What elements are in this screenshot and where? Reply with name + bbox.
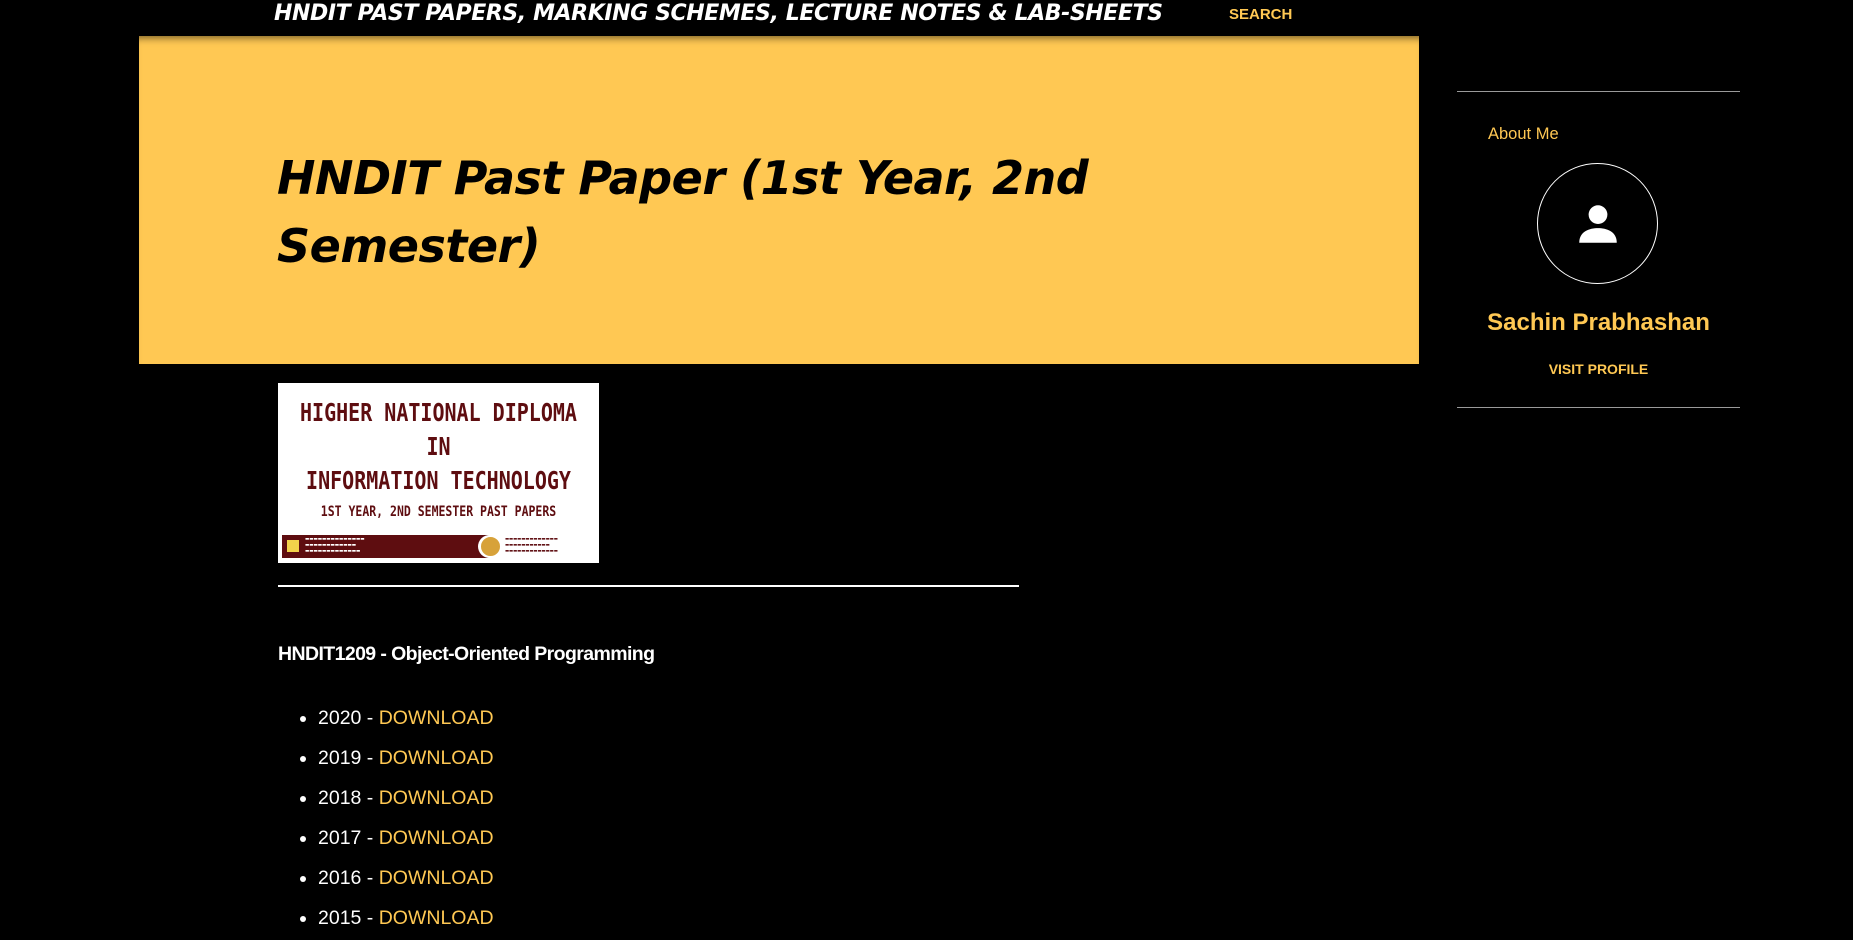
top-bar: HNDIT PAST PAPERS, MARKING SCHEMES, LECT…: [0, 0, 1853, 34]
banner-footer: ▬▬▬▬▬▬▬▬▬▬▬▬▬▬ ▬▬▬▬▬▬▬▬▬▬▬▬ ▬▬▬▬▬▬▬▬▬▬▬▬…: [278, 532, 599, 563]
person-icon: [1579, 205, 1617, 243]
list-item: 2020 - DOWNLOAD: [318, 700, 494, 740]
paper-year: 2019 -: [318, 747, 379, 769]
paper-year: 2016 -: [318, 867, 379, 889]
sidebar-divider-bottom: [1457, 407, 1740, 408]
paper-year: 2017 -: [318, 827, 379, 849]
banner-footer-text-left: ▬▬▬▬▬▬▬▬▬▬▬▬▬▬ ▬▬▬▬▬▬▬▬▬▬▬▬ ▬▬▬▬▬▬▬▬▬▬▬▬…: [305, 537, 365, 554]
institute-logo-icon: [285, 538, 301, 554]
list-item: 2017 - DOWNLOAD: [318, 820, 494, 860]
sidebar-divider-top: [1457, 91, 1740, 92]
post-title: HNDIT Past Paper (1st Year, 2nd Semester…: [277, 151, 1089, 273]
list-item: 2016 - DOWNLOAD: [318, 860, 494, 900]
post-header: HNDIT Past Paper (1st Year, 2nd Semester…: [139, 36, 1419, 364]
ministry-emblem-icon: [479, 535, 502, 558]
download-link[interactable]: DOWNLOAD: [379, 907, 494, 929]
course-heading: HNDIT1209 - Object-Oriented Programming: [278, 643, 655, 665]
banner-footer-text-right: ▬▬▬▬▬▬▬▬▬▬▬▬▬ ▬▬▬▬▬▬▬▬▬▬▬ ▬▬▬▬▬▬▬▬▬▬▬▬▬: [505, 537, 558, 554]
past-paper-list: 2020 - DOWNLOAD 2019 - DOWNLOAD 2018 - D…: [278, 700, 494, 940]
visit-profile-button[interactable]: VISIT PROFILE: [1457, 361, 1740, 377]
banner-line-1: HIGHER NATIONAL DIPLOMA: [300, 397, 577, 427]
post-banner-image[interactable]: HIGHER NATIONAL DIPLOMA IN INFORMATION T…: [278, 383, 599, 563]
download-link[interactable]: DOWNLOAD: [379, 787, 494, 809]
content-divider: [278, 585, 1019, 587]
download-link[interactable]: DOWNLOAD: [379, 867, 494, 889]
search-link[interactable]: SEARCH: [1229, 6, 1292, 23]
download-link[interactable]: DOWNLOAD: [379, 827, 494, 849]
paper-year: 2020 -: [318, 707, 379, 729]
banner-subtitle: 1ST YEAR, 2ND SEMESTER PAST PAPERS: [320, 502, 557, 520]
download-link[interactable]: DOWNLOAD: [379, 707, 494, 729]
paper-year: 2018 -: [318, 787, 379, 809]
list-item: 2018 - DOWNLOAD: [318, 780, 494, 820]
avatar[interactable]: [1537, 163, 1658, 284]
profile-name-link[interactable]: Sachin Prabhashan: [1457, 309, 1740, 337]
list-item: 2015 - DOWNLOAD: [318, 900, 494, 940]
paper-year: 2015 -: [318, 907, 379, 929]
banner-line-3: INFORMATION TECHNOLOGY: [306, 465, 571, 495]
download-link[interactable]: DOWNLOAD: [379, 747, 494, 769]
about-me-heading: About Me: [1488, 125, 1559, 143]
banner-line-2: IN: [426, 431, 451, 461]
site-title[interactable]: HNDIT PAST PAPERS, MARKING SCHEMES, LECT…: [274, 1, 1163, 26]
list-item: 2019 - DOWNLOAD: [318, 740, 494, 780]
